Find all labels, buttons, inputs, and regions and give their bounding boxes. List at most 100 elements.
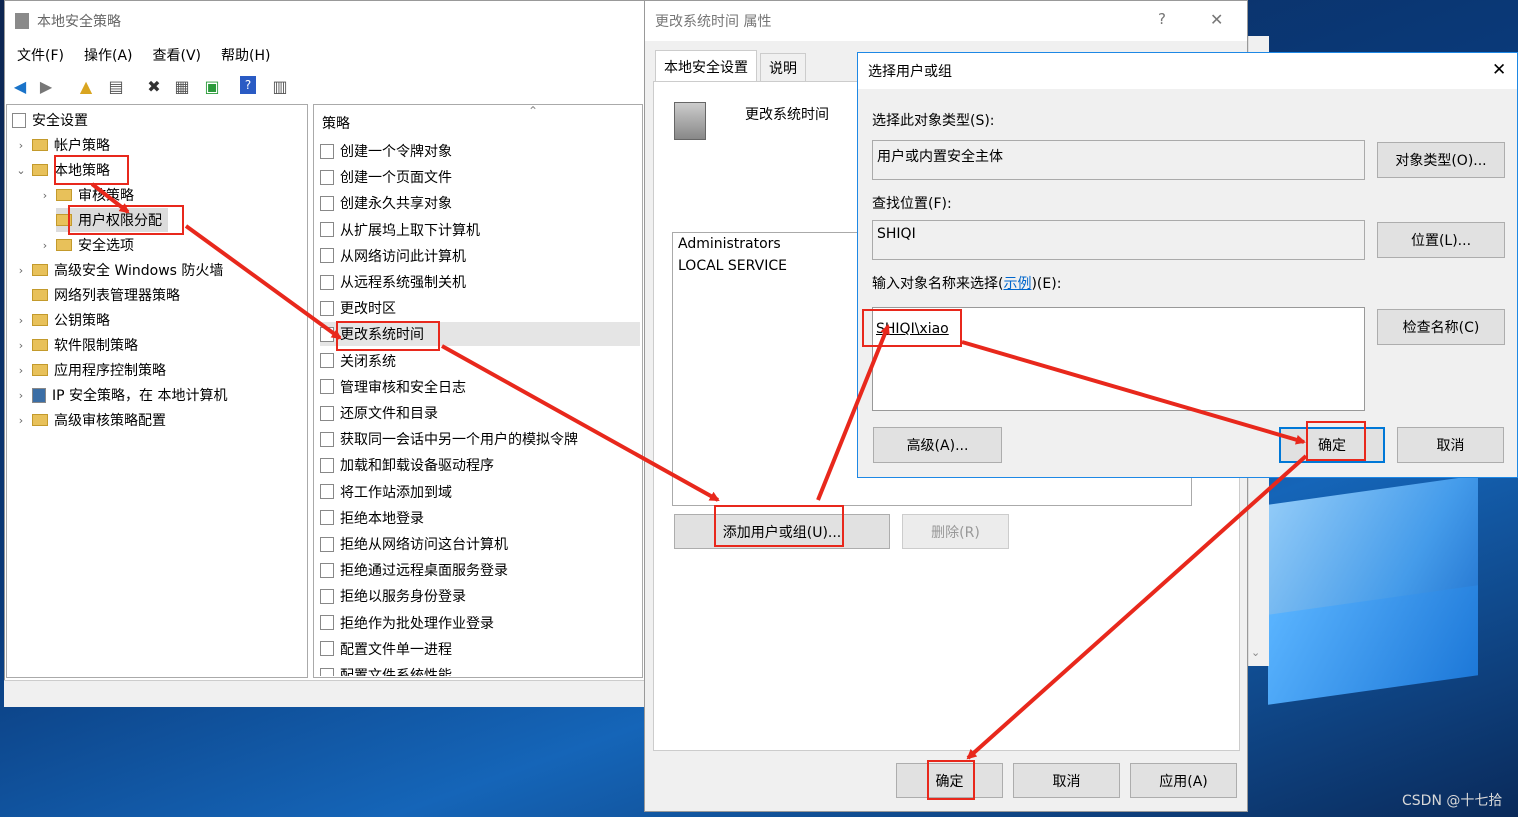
policy-row[interactable]: 拒绝通过远程桌面服务登录 [320,558,640,582]
expand-chevron-icon[interactable]: › [14,264,28,277]
policy-row[interactable]: 加载和卸载设备驱动程序 [320,453,640,477]
menu-action[interactable]: 操作(A) [84,45,133,65]
delete-icon[interactable]: ✖ [144,76,164,96]
menu-help[interactable]: 帮助(H) [221,45,270,65]
expand-chevron-icon[interactable]: › [14,414,28,427]
props-help-button[interactable]: ? [1158,10,1166,28]
tree-item-account-policies[interactable]: › 帐户策略 [14,133,110,157]
policy-row[interactable]: 拒绝作为批处理作业登录 [320,611,640,635]
policy-row[interactable]: 更改时区 [320,296,640,320]
back-arrow-icon[interactable]: ◀ [10,76,30,96]
remove-button[interactable]: 删除(R) [902,514,1009,549]
policy-column-header[interactable]: 策略 [322,113,350,133]
tree-item-software-restriction[interactable]: › 软件限制策略 [14,333,138,357]
menu-view[interactable]: 查看(V) [153,45,202,65]
member-local-service[interactable]: LOCAL SERVICE [678,258,787,274]
policy-row[interactable]: 关闭系统 [320,349,640,373]
expand-chevron-icon[interactable]: › [38,239,52,252]
show-hide-tree-icon[interactable]: ▤ [106,76,126,96]
tree-item-security-settings[interactable]: 安全设置 [12,108,88,132]
collapse-chevron-icon[interactable]: ⌄ [14,164,28,177]
expand-chevron-icon[interactable]: › [14,339,28,352]
scroll-down-icon[interactable]: ⌄ [1251,646,1260,659]
lsp-app-icon [15,13,29,29]
expand-chevron-icon[interactable]: › [14,389,28,402]
policy-row[interactable]: 创建一个页面文件 [320,165,640,189]
tab-local-security-setting[interactable]: 本地安全设置 [655,50,757,82]
policy-row[interactable]: 还原文件和目录 [320,401,640,425]
location-label: 查找位置(F): [872,196,952,212]
policy-icon [320,222,334,238]
properties-icon[interactable]: ▦ [172,76,192,96]
policy-row[interactable]: 配置文件单一进程 [320,637,640,661]
policy-label: 还原文件和目录 [340,406,438,422]
tree-item-network-list[interactable]: 网络列表管理器策略 [32,283,180,307]
tab-explain[interactable]: 说明 [760,53,806,81]
policy-row[interactable]: 创建一个令牌对象 [320,139,640,163]
tree-item-ip-security[interactable]: › IP 安全策略，在 本地计算机 [14,383,227,407]
check-names-button[interactable]: 检查名称(C) [1377,309,1505,345]
location-field: SHIQI [872,220,1365,260]
ip-security-icon [32,387,46,403]
policy-row[interactable]: 管理审核和安全日志 [320,375,640,399]
props-policy-name: 更改系统时间 [745,107,829,123]
expand-chevron-icon[interactable]: › [14,314,28,327]
policy-row[interactable]: 将工作站添加到域 [320,480,640,504]
object-type-field: 用户或内置安全主体 [872,140,1365,180]
policy-icon [320,405,334,421]
props-cancel-button[interactable]: 取消 [1013,763,1120,798]
security-settings-icon [12,112,26,128]
policy-label: 更改时区 [340,301,396,318]
policy-icon [320,143,334,159]
object-types-button[interactable]: 对象类型(O)... [1377,142,1505,178]
props-apply-button[interactable]: 应用(A) [1130,763,1237,798]
annotation-box-user-rights [68,205,184,235]
folder-lock-icon [32,139,48,151]
expand-chevron-icon[interactable]: › [38,189,52,202]
policy-label: 拒绝以服务身份登录 [340,589,466,606]
policy-icon [320,615,334,631]
expand-chevron-icon[interactable]: › [14,139,28,152]
policy-row[interactable]: 拒绝以服务身份登录 [320,584,640,608]
policy-label: 管理审核和安全日志 [340,379,466,396]
policy-row[interactable]: 拒绝本地登录 [320,506,640,530]
tree-item-app-control[interactable]: › 应用程序控制策略 [14,358,166,382]
policy-label: 拒绝作为批处理作业登录 [340,615,494,632]
help-icon[interactable]: ? [240,76,256,94]
select-cancel-button[interactable]: 取消 [1397,427,1504,463]
lsp-window-title: 本地安全策略 [37,14,121,30]
up-folder-icon[interactable]: ▲ [76,76,96,96]
examples-link[interactable]: 示例 [1003,276,1031,292]
folder-icon [56,189,72,201]
folder-icon [56,239,72,251]
tree-item-security-options[interactable]: › 安全选项 [38,233,134,257]
tree-item-advanced-audit[interactable]: › 高级审核策略配置 [14,408,166,432]
tree-item-public-key[interactable]: › 公钥策略 [14,308,110,332]
policy-row[interactable]: 创建永久共享对象 [320,191,640,215]
props-titlebar: 更改系统时间 属性 [645,1,1247,41]
policy-label: 拒绝本地登录 [340,510,424,527]
policy-row[interactable]: 从网络访问此计算机 [320,244,640,268]
lsp-statusbar [4,680,646,707]
policy-row[interactable]: 拒绝从网络访问这台计算机 [320,532,640,556]
policy-row[interactable]: 配置文件系统性能 [320,663,640,676]
select-close-icon[interactable]: ✕ [1492,60,1506,80]
tree-item-firewall[interactable]: › 高级安全 Windows 防火墙 [14,258,224,282]
tree-item-audit-policy[interactable]: › 审核策略 [38,183,134,207]
locations-button[interactable]: 位置(L)... [1377,222,1505,258]
policy-icon [320,300,334,316]
policy-row[interactable]: 从远程系统强制关机 [320,270,640,294]
policy-icon [320,588,334,604]
member-administrators[interactable]: Administrators [678,236,781,252]
policy-icon [320,326,334,342]
props-close-icon[interactable]: ✕ [1210,10,1223,29]
export-list-icon[interactable]: ▣ [202,76,222,96]
console-view-icon[interactable]: ▥ [270,76,290,96]
expand-chevron-icon[interactable]: › [14,364,28,377]
policy-row[interactable]: 从扩展坞上取下计算机 [320,218,640,242]
menu-file[interactable]: 文件(F) [17,45,64,65]
advanced-button[interactable]: 高级(A)... [873,427,1002,463]
forward-arrow-icon[interactable]: ▶ [36,76,56,96]
policy-row[interactable]: 获取同一会话中另一个用户的模拟令牌 [320,427,640,451]
policy-label: 加载和卸载设备驱动程序 [340,458,494,475]
